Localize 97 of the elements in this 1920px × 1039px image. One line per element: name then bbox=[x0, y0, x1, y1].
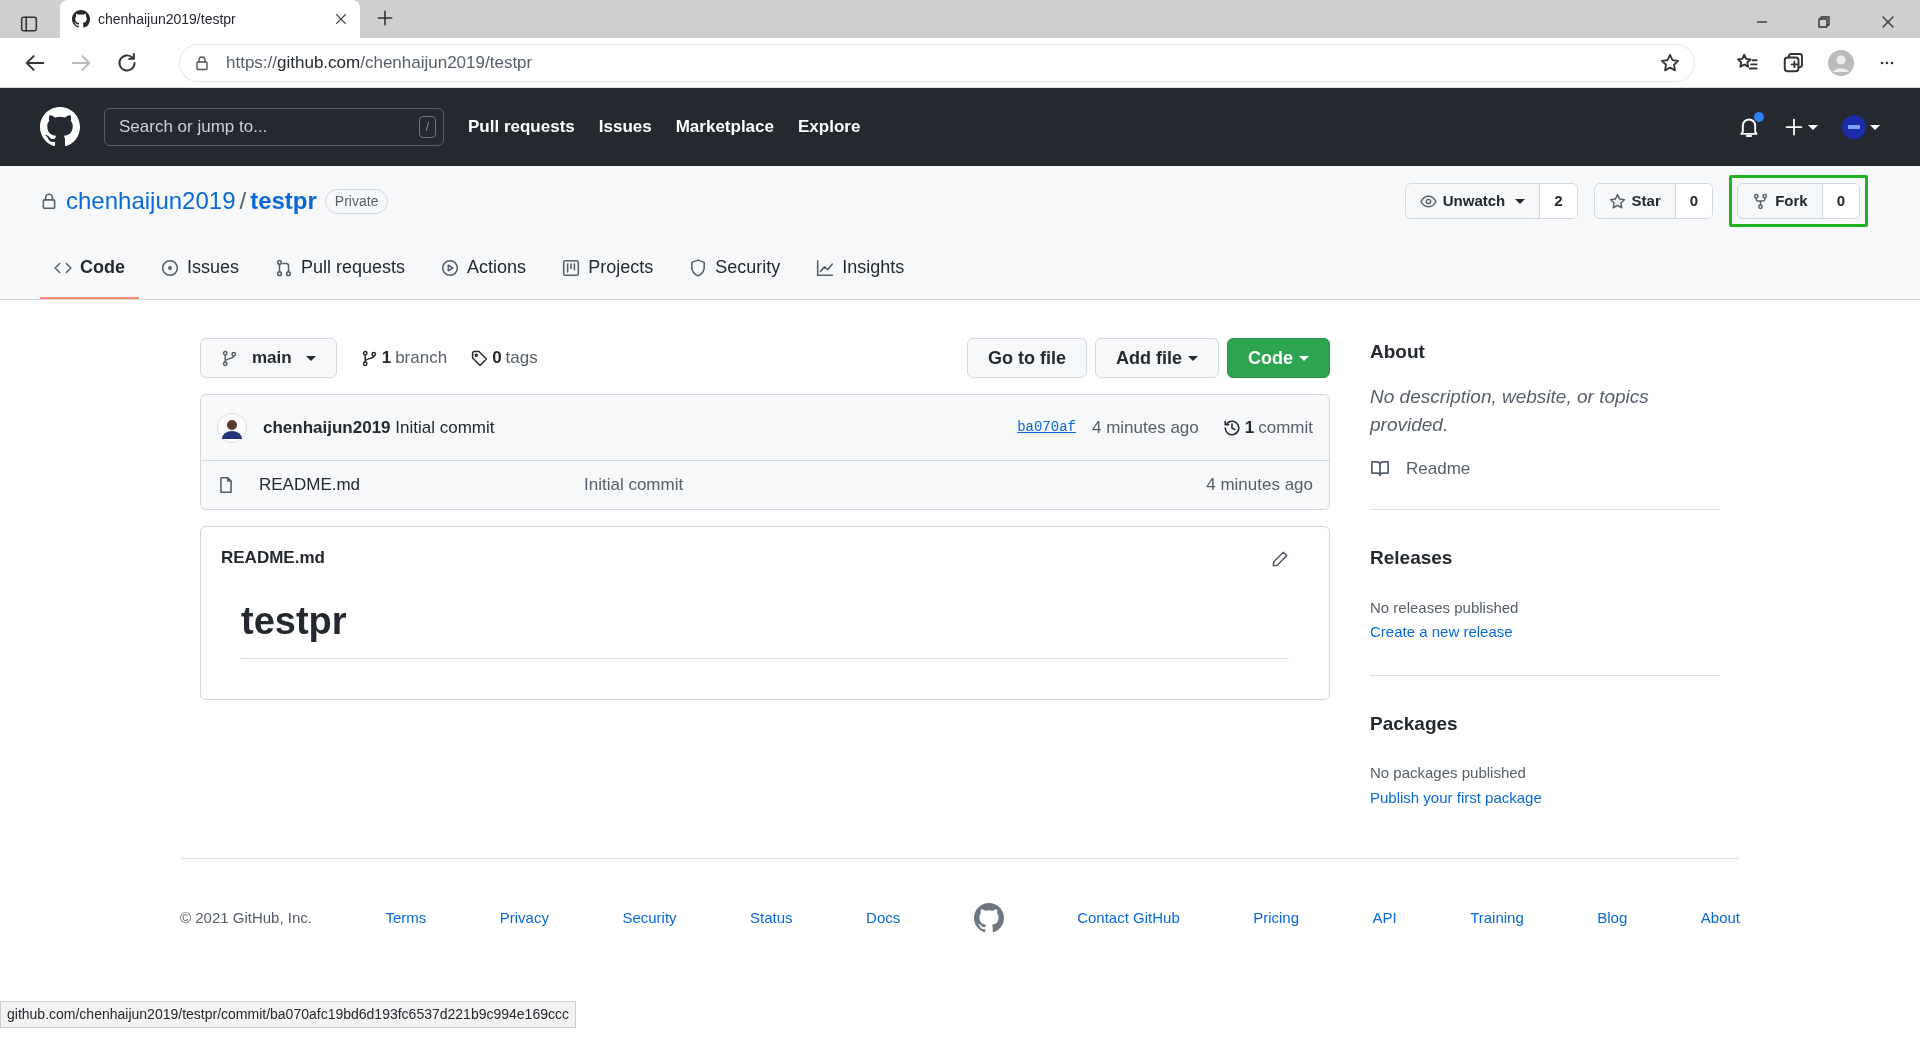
footer-link[interactable]: API bbox=[1372, 906, 1397, 930]
commit-time: 4 minutes ago bbox=[1091, 416, 1199, 439]
history-icon bbox=[1222, 418, 1241, 437]
footer-link[interactable]: Docs bbox=[866, 906, 901, 930]
nav-link[interactable]: Pull requests bbox=[468, 114, 575, 140]
path-separator: / bbox=[239, 186, 247, 216]
sidebar-toggle-icon[interactable] bbox=[20, 14, 38, 33]
fork-button[interactable]: Fork 0 bbox=[1737, 183, 1860, 219]
more-options-icon[interactable] bbox=[1878, 60, 1896, 65]
toolbar-button[interactable]: Go to file bbox=[967, 338, 1087, 378]
pencil-icon[interactable] bbox=[1271, 549, 1289, 568]
readme-filename: README.md bbox=[221, 547, 325, 569]
commit-summary: chenhaijun2019 Initial commit bbox=[263, 416, 495, 439]
address-bar[interactable]: https://github.com/chenhaijun2019/testpr bbox=[180, 44, 1694, 81]
counter: 0 bbox=[1675, 184, 1713, 218]
branch-icon bbox=[221, 349, 238, 367]
footer-link[interactable]: Training bbox=[1470, 906, 1524, 930]
close-icon bbox=[1880, 14, 1896, 30]
tag-icon bbox=[471, 349, 489, 367]
restore-icon bbox=[1816, 14, 1832, 30]
github-logo-icon[interactable] bbox=[72, 10, 90, 28]
nav-link[interactable]: Issues bbox=[598, 114, 652, 140]
minimize-icon[interactable] bbox=[1756, 21, 1768, 23]
footer-link[interactable]: About bbox=[1700, 906, 1740, 930]
create-new-menu[interactable] bbox=[1784, 117, 1818, 137]
commit-sha-link[interactable]: ba070af bbox=[1017, 417, 1076, 438]
repo-tab[interactable]: Projects bbox=[548, 240, 668, 299]
copyright-text: © 2021 GitHub, Inc. bbox=[180, 907, 312, 928]
fork-icon bbox=[1752, 192, 1770, 210]
eye-icon bbox=[1419, 192, 1437, 210]
close-icon bbox=[334, 12, 348, 26]
url-text: https://github.com/chenhaijun2019/testpr bbox=[226, 51, 534, 74]
keyboard-shortcut-key: / bbox=[418, 116, 436, 138]
watch-button[interactable]: Unwatch 2 bbox=[1404, 183, 1578, 219]
browser-tab[interactable]: chenhaijun2019/testpr bbox=[60, 0, 360, 38]
avatar-icon bbox=[217, 412, 247, 443]
section-link[interactable]: Publish your first package bbox=[1370, 788, 1542, 806]
footer-link[interactable]: Terms bbox=[385, 906, 427, 930]
branch-select-button[interactable]: main bbox=[200, 338, 337, 378]
repo-tab[interactable]: Actions bbox=[427, 240, 541, 299]
security-icon bbox=[689, 258, 708, 277]
star-button[interactable]: Star 0 bbox=[1593, 183, 1714, 219]
footer-link[interactable]: Security bbox=[622, 906, 677, 930]
insights-icon bbox=[816, 258, 835, 277]
branches-link[interactable]: 1 branch bbox=[360, 345, 448, 371]
user-avatar-icon bbox=[1842, 115, 1866, 139]
actions-icon bbox=[441, 258, 460, 277]
bell-icon bbox=[1738, 116, 1760, 138]
section-heading: Packages bbox=[1370, 711, 1459, 736]
readme-heading: testpr bbox=[241, 599, 347, 642]
lock-icon bbox=[40, 192, 58, 210]
tags-link[interactable]: 0 tags bbox=[471, 345, 538, 371]
plus-icon bbox=[1784, 117, 1804, 137]
footer-link[interactable]: Status bbox=[750, 906, 793, 930]
repo-name-link[interactable]: testpr bbox=[250, 183, 317, 219]
toolbar-button[interactable]: Add file bbox=[1095, 338, 1219, 378]
add-favorite-icon bbox=[1660, 52, 1680, 73]
user-menu[interactable] bbox=[1842, 115, 1880, 139]
star-icon bbox=[1608, 192, 1626, 210]
about-description: No description, website, or topics provided. bbox=[1370, 384, 1650, 437]
collections-icon bbox=[1782, 51, 1804, 74]
branch-icon bbox=[360, 349, 378, 367]
repo-tab[interactable]: Security bbox=[675, 240, 795, 299]
footer-link[interactable]: Pricing bbox=[1253, 906, 1300, 930]
file-time: 4 minutes ago bbox=[1206, 474, 1313, 497]
section-heading: Releases bbox=[1370, 546, 1454, 570]
counter: 0 bbox=[1822, 184, 1859, 218]
repo-owner-link[interactable]: chenhaijun2019 bbox=[66, 183, 236, 219]
repo-tab[interactable]: Code bbox=[40, 240, 139, 299]
file-icon bbox=[217, 476, 235, 494]
repo-tab[interactable]: Insights bbox=[802, 240, 919, 299]
pulls-icon bbox=[275, 258, 294, 277]
lock-icon bbox=[194, 54, 210, 71]
nav-link[interactable]: Marketplace bbox=[675, 114, 774, 140]
footer-link[interactable]: Privacy bbox=[499, 906, 549, 930]
readme-link[interactable]: Readme bbox=[1370, 455, 1720, 481]
status-bar-url: github.com/chenhaijun2019/testpr/commit/ba070afc19bd6d193fc6537d221b9c994e169ccc bbox=[0, 1001, 576, 1028]
footer-link[interactable]: Blog bbox=[1597, 906, 1628, 930]
book-icon bbox=[1370, 458, 1390, 479]
section-note: No packages published bbox=[1370, 763, 1527, 783]
repo-tab[interactable]: Issues bbox=[147, 240, 254, 299]
file-commit-message: Initial commit bbox=[584, 474, 684, 497]
issues-icon bbox=[161, 258, 179, 277]
repo-tab[interactable]: Pull requests bbox=[261, 240, 420, 299]
reload-icon bbox=[116, 51, 138, 74]
new-tab-icon bbox=[376, 9, 394, 27]
counter: 2 bbox=[1540, 184, 1577, 218]
projects-icon bbox=[562, 258, 581, 277]
about-heading: About bbox=[1370, 340, 1426, 364]
github-logo-icon[interactable] bbox=[40, 107, 80, 147]
footer-link[interactable]: Contact GitHub bbox=[1077, 906, 1180, 930]
file-name-link[interactable]: README.md bbox=[259, 472, 584, 498]
section-note: No releases published bbox=[1370, 597, 1520, 618]
tab-title: chenhaijun2019/testpr bbox=[98, 9, 237, 29]
commits-link[interactable]: 1 commit bbox=[1222, 414, 1313, 441]
nav-link[interactable]: Explore bbox=[798, 114, 861, 140]
section-link[interactable]: Create a new release bbox=[1370, 623, 1513, 640]
